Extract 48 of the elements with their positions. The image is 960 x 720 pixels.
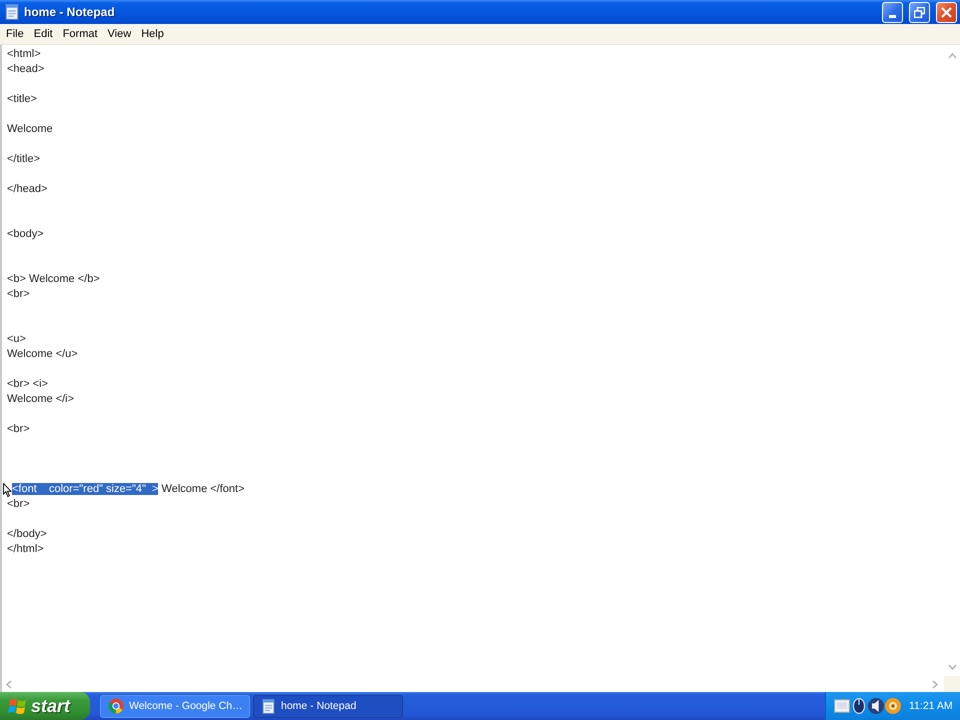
close-button[interactable] bbox=[936, 2, 957, 22]
code-line: <u> bbox=[7, 333, 26, 345]
code-line: </html> bbox=[7, 543, 44, 555]
code-line: <body> bbox=[7, 228, 44, 240]
code-line: <b> Welcome </b> bbox=[7, 273, 100, 285]
selected-code-text: <font color="red" size="4" > bbox=[12, 483, 158, 495]
restore-button[interactable] bbox=[909, 2, 930, 22]
code-line: <title> bbox=[7, 93, 37, 105]
minimize-icon bbox=[889, 14, 896, 18]
menu-item[interactable]: View bbox=[102, 26, 136, 42]
menu-item[interactable]: File bbox=[1, 26, 29, 42]
code-text: Welcome </font> bbox=[160, 483, 244, 495]
taskbar-button[interactable]: Welcome - Google Ch… bbox=[100, 694, 250, 718]
code-line: <br> bbox=[7, 423, 30, 435]
start-button[interactable]: start bbox=[0, 692, 90, 720]
restore-icon bbox=[914, 6, 925, 18]
browser-icon bbox=[108, 698, 124, 714]
notepad-icon bbox=[4, 4, 20, 20]
scroll-left-icon[interactable] bbox=[5, 680, 14, 688]
menu-item[interactable]: Help bbox=[136, 26, 169, 42]
notepad-icon bbox=[261, 698, 276, 714]
code-line: Welcome bbox=[7, 123, 53, 135]
minimize-button[interactable] bbox=[882, 2, 903, 22]
code-line: Welcome </i> bbox=[7, 393, 74, 405]
media-player-icon[interactable] bbox=[885, 698, 901, 714]
scroll-up-icon[interactable] bbox=[948, 51, 956, 60]
code-line: Welcome </u> bbox=[7, 348, 78, 360]
close-icon bbox=[941, 6, 952, 18]
code-line: <head> bbox=[7, 63, 44, 75]
clock-time: 11:21 AM bbox=[909, 700, 953, 712]
taskbar-button[interactable]: home - Notepad bbox=[253, 694, 403, 718]
size-grip[interactable] bbox=[944, 676, 960, 692]
windows-logo-icon bbox=[8, 698, 26, 714]
menu-item[interactable]: Format bbox=[58, 26, 103, 42]
menu-item[interactable]: Edit bbox=[28, 26, 58, 42]
code-line: </head> bbox=[7, 183, 48, 195]
code-line: <br> <i> bbox=[7, 378, 48, 390]
mouse-pointer-icon bbox=[3, 483, 12, 497]
window-title: home - Notepad bbox=[24, 5, 115, 19]
code-line: <html> bbox=[7, 48, 41, 60]
scroll-down-icon[interactable] bbox=[948, 663, 956, 672]
mouse-icon[interactable] bbox=[851, 698, 867, 714]
code-line: </body> bbox=[7, 528, 47, 540]
code-line: <br> bbox=[7, 498, 30, 510]
scroll-right-icon[interactable] bbox=[930, 680, 938, 688]
speaker-icon[interactable] bbox=[868, 698, 884, 714]
code-line: </title> bbox=[7, 153, 40, 165]
code-line: <br> bbox=[7, 288, 30, 300]
